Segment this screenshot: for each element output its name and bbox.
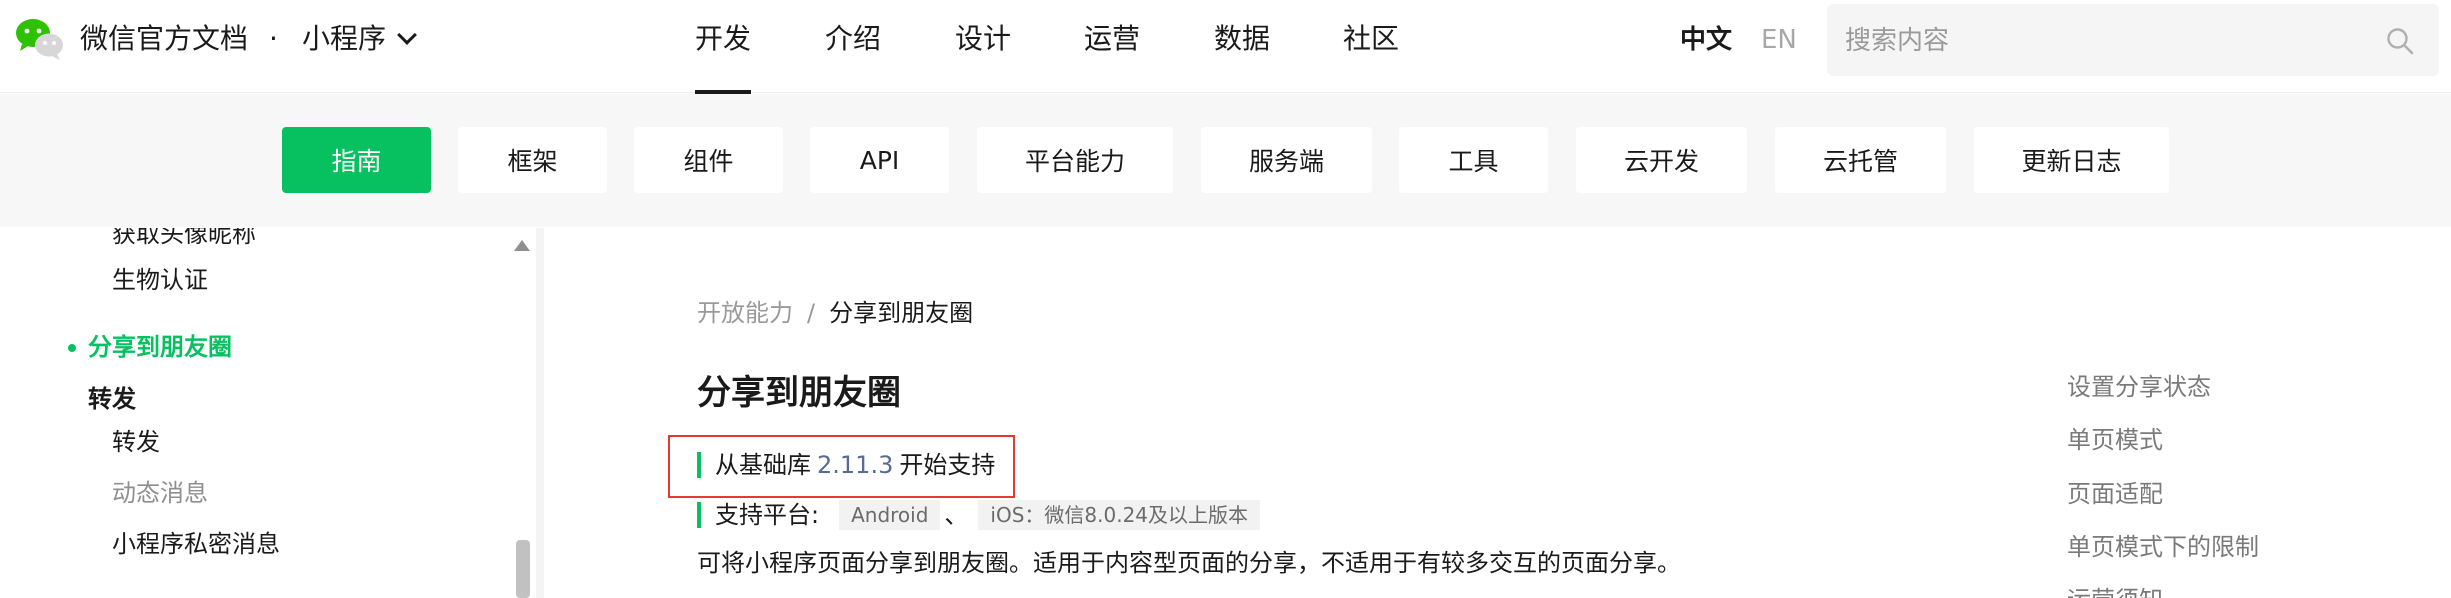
- tab-cloud-dev[interactable]: 云开发: [1576, 127, 1747, 193]
- title-separator-dot: ·: [269, 22, 278, 55]
- search-placeholder: 搜索内容: [1845, 26, 1950, 56]
- nav-item-intro[interactable]: 介绍: [825, 20, 881, 58]
- toc-item-single-page-limits[interactable]: 单页模式下的限制: [2067, 530, 2259, 564]
- sidebar-item-biometric[interactable]: 生物认证: [112, 264, 208, 296]
- toc-item-single-page-mode[interactable]: 单页模式: [2067, 423, 2163, 457]
- scroll-up-arrow-icon[interactable]: [514, 240, 530, 251]
- sidebar-item-share-timeline[interactable]: 分享到朋友圈: [88, 331, 232, 363]
- breadcrumb: 开放能力 / 分享到朋友圈: [697, 296, 973, 330]
- toc-item-set-share-status[interactable]: 设置分享状态: [2067, 370, 2211, 404]
- sidebar-group-forward: 转发: [88, 385, 136, 413]
- tab-cloud-hosting[interactable]: 云托管: [1775, 127, 1946, 193]
- base-library-version-link[interactable]: 2.11.3: [817, 448, 893, 482]
- platform-tag-ios: iOS：微信8.0.24及以上版本: [978, 500, 1261, 530]
- nav-item-design[interactable]: 设计: [955, 20, 1011, 58]
- sidebar-item-avatar-nickname[interactable]: 获取头像昵称: [112, 228, 256, 250]
- breadcrumb-parent-link[interactable]: 开放能力: [697, 299, 793, 327]
- nav-item-data[interactable]: 数据: [1214, 20, 1270, 58]
- supported-platforms-note: 支持平台: Android 、 iOS：微信8.0.24及以上版本: [697, 498, 1261, 532]
- sidebar-item-forward[interactable]: 转发: [112, 426, 160, 458]
- base-library-support-note: 从基础库 2.11.3 开始支持: [697, 448, 995, 482]
- product-switcher-label: 小程序: [302, 22, 387, 55]
- lang-zh-button[interactable]: 中文: [1680, 22, 1732, 58]
- nav-item-operations[interactable]: 运营: [1084, 20, 1140, 58]
- tab-api[interactable]: API: [810, 127, 949, 193]
- breadcrumb-current: 分享到朋友圈: [829, 299, 974, 327]
- tab-platform-capabilities[interactable]: 平台能力: [977, 127, 1173, 193]
- note-accent-bar: [697, 452, 701, 478]
- page-title: 分享到朋友圈: [697, 373, 901, 413]
- tab-components[interactable]: 组件: [634, 127, 783, 193]
- wechat-logo-icon[interactable]: [14, 16, 66, 62]
- platform-tag-android: Android: [839, 500, 941, 530]
- platform-label: 支持平台:: [715, 501, 820, 529]
- support-suffix: 开始支持: [899, 451, 996, 479]
- support-prefix: 从基础库: [715, 451, 811, 479]
- note-accent-bar: [697, 502, 701, 528]
- lang-en-button[interactable]: EN: [1761, 22, 1797, 58]
- tab-server[interactable]: 服务端: [1201, 127, 1372, 193]
- description-text: 可将小程序页面分享到朋友圈。适用于内容型页面的分享，不适用于有较多交互的页面分享…: [697, 549, 1681, 577]
- product-switcher[interactable]: 小程序: [302, 20, 417, 58]
- site-title[interactable]: 微信官方文档: [80, 20, 248, 58]
- toc-item-operation-notes[interactable]: 运营须知: [2067, 583, 2163, 598]
- platform-separator: 、: [944, 501, 969, 529]
- search-icon[interactable]: [2385, 26, 2415, 56]
- tab-guide[interactable]: 指南: [282, 127, 431, 193]
- sidebar-item-updatable-message[interactable]: 动态消息: [112, 477, 208, 509]
- breadcrumb-separator: /: [807, 299, 816, 327]
- chevron-down-icon: [397, 25, 417, 45]
- tab-tools[interactable]: 工具: [1399, 127, 1548, 193]
- nav-item-develop[interactable]: 开发: [695, 20, 752, 94]
- sidebar-scrollbar-thumb[interactable]: [516, 540, 530, 598]
- tab-framework[interactable]: 框架: [458, 127, 607, 193]
- nav-item-community[interactable]: 社区: [1343, 20, 1399, 58]
- sidebar-item-private-message[interactable]: 小程序私密消息: [112, 528, 280, 560]
- sidebar-divider: [536, 228, 544, 598]
- tab-changelog[interactable]: 更新日志: [1974, 127, 2169, 193]
- top-header: 微信官方文档 · 小程序 开发 介绍 设计 运营 数据 社区 中文 EN 搜索内…: [0, 0, 2451, 94]
- sub-nav: 指南 框架 组件 API 平台能力 服务端 工具 云开发 云托管 更新日志: [0, 94, 2451, 227]
- toc-item-page-adaptation[interactable]: 页面适配: [2067, 477, 2163, 511]
- search-input[interactable]: 搜索内容: [1827, 4, 2439, 76]
- active-indicator-dot: [68, 344, 76, 352]
